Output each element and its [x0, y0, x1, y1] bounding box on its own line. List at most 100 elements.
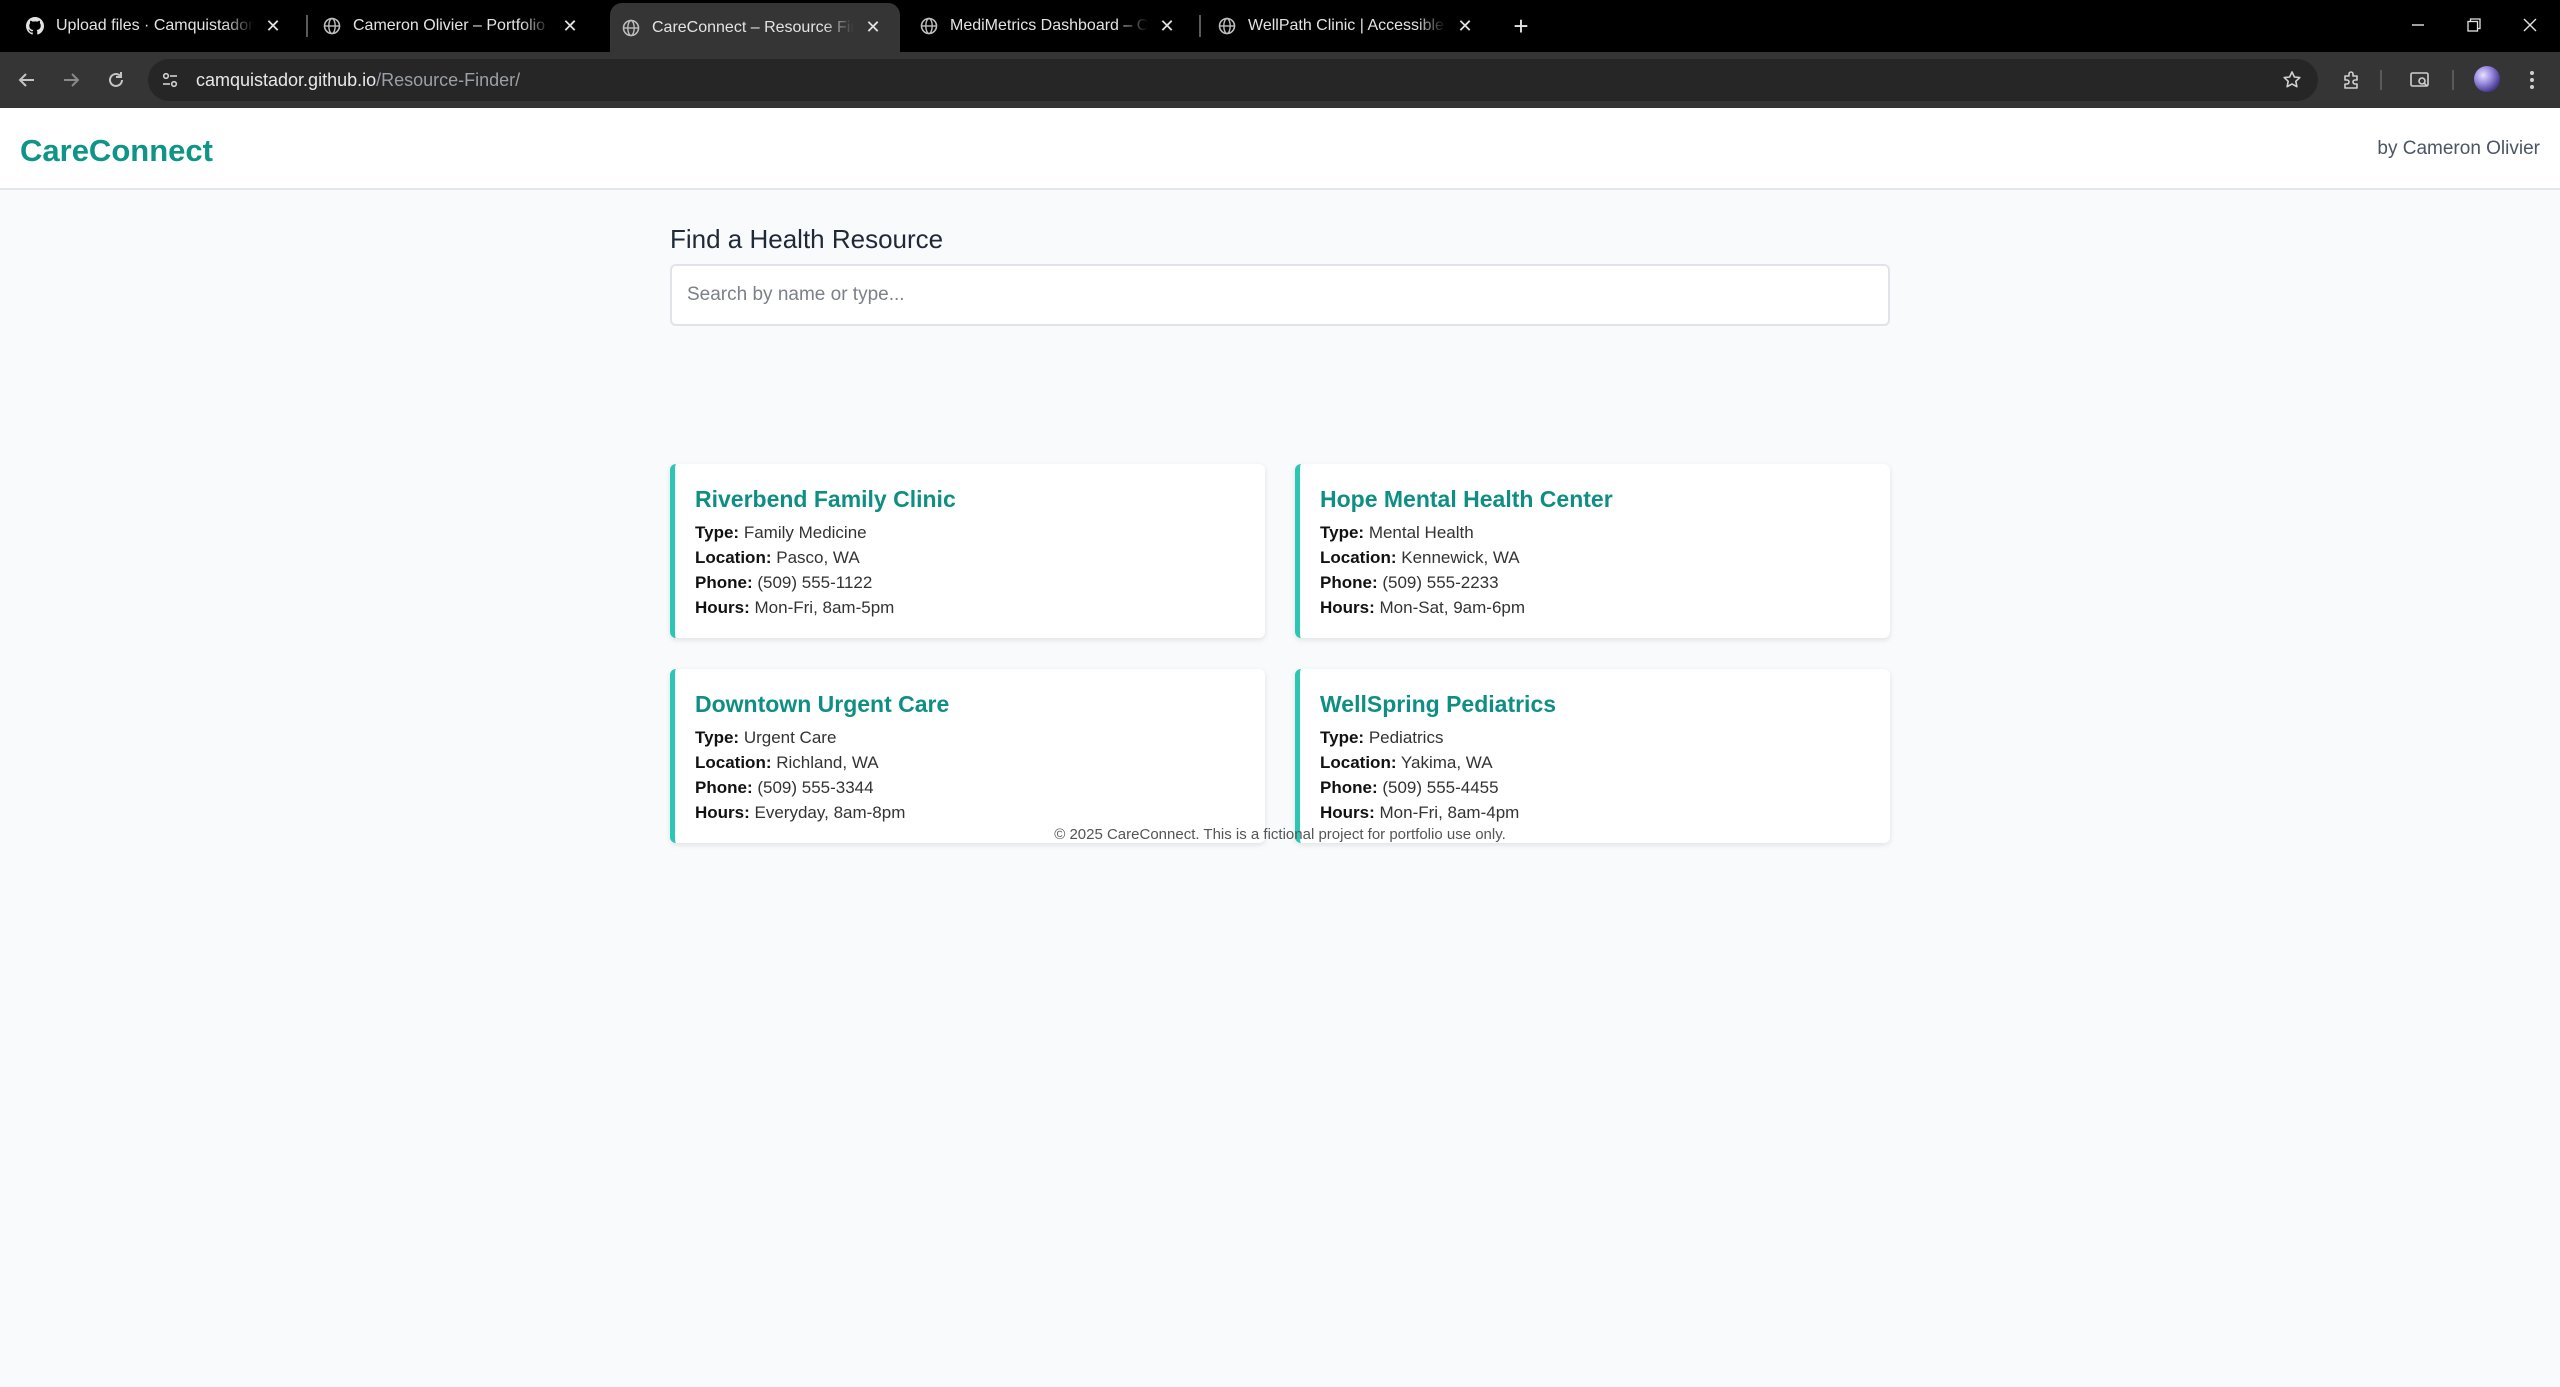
browser-tab-strip: Upload files · Camquistador/careconnect … — [0, 0, 2560, 52]
type-label: Type: — [1320, 523, 1365, 542]
toolbar-divider — [2452, 70, 2454, 90]
resource-location: Location: Richland, WA — [695, 750, 1265, 775]
tab-search-icon[interactable] — [2406, 66, 2434, 94]
profile-avatar[interactable] — [2474, 66, 2500, 92]
extensions-icon[interactable] — [2338, 66, 2366, 94]
resource-phone: Phone: (509) 555-2233 — [1320, 570, 1890, 595]
browser-tab[interactable]: Cameron Olivier – Portfolio ✕ — [297, 5, 597, 47]
toolbar-divider — [2380, 70, 2382, 90]
type-value: Mental Health — [1368, 523, 1474, 542]
page-title: Find a Health Resource — [670, 224, 944, 254]
resource-location: Location: Yakima, WA — [1320, 750, 1890, 775]
resource-card: Riverbend Family Clinic Type: Family Med… — [670, 464, 1265, 638]
tab-title: CareConnect – Resource Finder — [652, 18, 854, 36]
site-header: CareConnect by Cameron Olivier — [0, 108, 2560, 190]
search-input[interactable] — [670, 264, 1890, 326]
minimize-icon[interactable] — [2398, 8, 2438, 42]
site-footer: © 2025 CareConnect. This is a fictional … — [1054, 826, 1506, 843]
globe-icon — [622, 19, 640, 37]
resource-type: Type: Family Medicine — [695, 520, 1265, 545]
phone-label: Phone: — [1320, 573, 1378, 592]
location-value: Kennewick, WA — [1401, 548, 1520, 567]
url-text[interactable]: camquistador.github.io/Resource-Finder/ — [196, 70, 520, 91]
phone-label: Phone: — [695, 778, 753, 797]
type-value: Family Medicine — [743, 523, 867, 542]
phone-value: (509) 555-2233 — [1382, 573, 1499, 592]
site-byline: by Cameron Olivier — [2377, 138, 2540, 159]
hours-label: Hours: — [1320, 598, 1375, 617]
tab-title: WellPath Clinic | Accessible Health — [1248, 17, 1446, 34]
browser-tab[interactable]: Upload files · Camquistador/careconnect … — [0, 5, 300, 47]
close-icon[interactable]: ✕ — [860, 15, 886, 41]
resource-location: Location: Kennewick, WA — [1320, 545, 1890, 570]
location-label: Location: — [1320, 753, 1397, 772]
resource-type: Type: Urgent Care — [695, 725, 1265, 750]
resource-name: Hope Mental Health Center — [1320, 486, 1613, 512]
location-label: Location: — [695, 548, 772, 567]
resource-phone: Phone: (509) 555-4455 — [1320, 775, 1890, 800]
location-label: Location: — [695, 753, 772, 772]
more-menu-icon[interactable] — [2518, 66, 2546, 94]
resource-phone: Phone: (509) 555-1122 — [695, 570, 1265, 595]
phone-value: (509) 555-4455 — [1382, 778, 1499, 797]
phone-value: (509) 555-1122 — [757, 573, 873, 592]
page-content: CareConnect by Cameron Olivier Find a He… — [0, 108, 2560, 1387]
resource-name: WellSpring Pediatrics — [1320, 691, 1557, 717]
resource-location: Location: Pasco, WA — [695, 545, 1265, 570]
bookmark-star-icon[interactable] — [2280, 68, 2304, 92]
globe-icon — [1218, 17, 1236, 35]
globe-icon — [323, 17, 341, 35]
phone-value: (509) 555-3344 — [757, 778, 874, 797]
restore-icon[interactable] — [2454, 8, 2494, 42]
phone-label: Phone: — [1320, 778, 1378, 797]
hours-value: Everyday, 8am-8pm — [754, 803, 906, 822]
browser-tab-active[interactable]: CareConnect – Resource Finder ✕ — [610, 3, 900, 52]
close-icon[interactable]: ✕ — [1154, 13, 1180, 39]
resource-hours: Hours: Mon-Fri, 8am-4pm — [1320, 800, 1890, 825]
hours-value: Mon-Fri, 8am-5pm — [754, 598, 895, 617]
forward-arrow-icon[interactable] — [55, 64, 87, 96]
github-icon — [26, 17, 44, 35]
tab-title: MediMetrics Dashboard – Cameron Olivier — [950, 17, 1148, 34]
tab-title: Upload files · Camquistador/careconnect — [56, 17, 254, 34]
resource-hours: Hours: Mon-Sat, 9am-6pm — [1320, 595, 1890, 620]
hours-label: Hours: — [695, 598, 750, 617]
reload-icon[interactable] — [100, 64, 132, 96]
location-label: Location: — [1320, 548, 1397, 567]
back-arrow-icon[interactable] — [11, 64, 43, 96]
resource-type: Type: Pediatrics — [1320, 725, 1890, 750]
hours-label: Hours: — [695, 803, 750, 822]
resource-type: Type: Mental Health — [1320, 520, 1890, 545]
tab-title: Cameron Olivier – Portfolio — [353, 17, 546, 34]
resource-name: Downtown Urgent Care — [695, 691, 950, 717]
resource-card: Downtown Urgent Care Type: Urgent Care L… — [670, 669, 1265, 843]
close-window-icon[interactable] — [2510, 8, 2550, 42]
location-value: Pasco, WA — [776, 548, 860, 567]
address-bar[interactable]: camquistador.github.io/Resource-Finder/ — [148, 59, 2318, 101]
location-value: Yakima, WA — [1400, 753, 1493, 772]
browser-tab[interactable]: WellPath Clinic | Accessible Health ✕ — [1192, 5, 1492, 47]
globe-icon — [920, 17, 938, 35]
close-icon[interactable]: ✕ — [260, 13, 286, 39]
type-value: Urgent Care — [743, 728, 837, 747]
resource-name: Riverbend Family Clinic — [695, 486, 956, 512]
resource-hours: Hours: Everyday, 8am-8pm — [695, 800, 1265, 825]
hours-label: Hours: — [1320, 803, 1375, 822]
hours-value: Mon-Fri, 8am-4pm — [1379, 803, 1520, 822]
type-label: Type: — [695, 728, 740, 747]
site-settings-icon[interactable] — [158, 68, 182, 92]
url-path: /Resource-Finder/ — [376, 70, 521, 90]
phone-label: Phone: — [695, 573, 753, 592]
location-value: Richland, WA — [776, 753, 879, 772]
url-host: camquistador.github.io — [196, 70, 377, 90]
close-icon[interactable]: ✕ — [557, 13, 583, 39]
type-label: Type: — [695, 523, 740, 542]
close-icon[interactable]: ✕ — [1452, 13, 1478, 39]
type-label: Type: — [1320, 728, 1365, 747]
new-tab-icon[interactable]: + — [1506, 11, 1536, 41]
hours-value: Mon-Sat, 9am-6pm — [1379, 598, 1526, 617]
resource-hours: Hours: Mon-Fri, 8am-5pm — [695, 595, 1265, 620]
browser-tab[interactable]: MediMetrics Dashboard – Cameron Olivier … — [894, 5, 1194, 47]
browser-toolbar: camquistador.github.io/Resource-Finder/ — [0, 52, 2560, 108]
site-logo[interactable]: CareConnect — [20, 133, 213, 169]
